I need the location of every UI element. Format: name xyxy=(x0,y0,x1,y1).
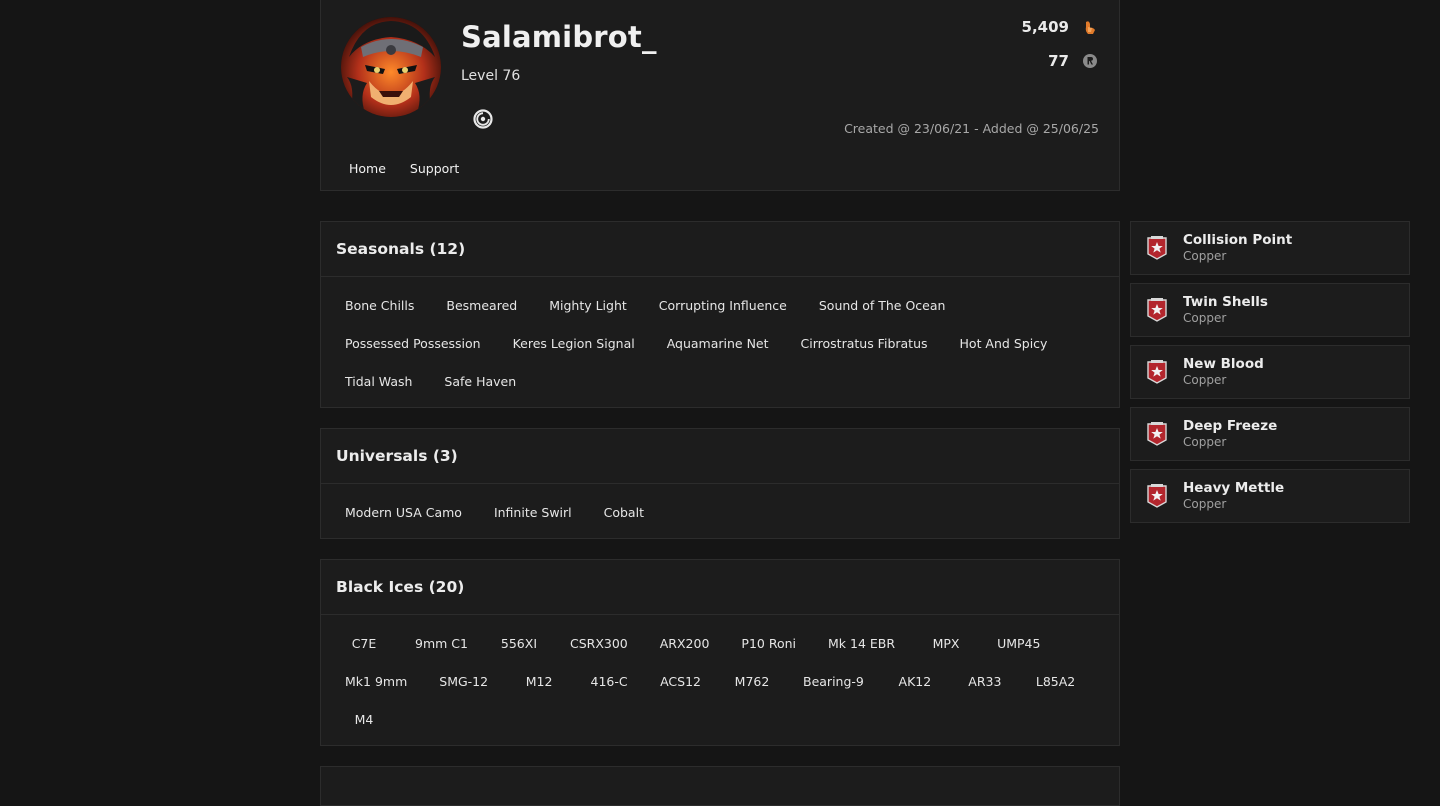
rank-card-title: Heavy Mettle xyxy=(1183,480,1285,496)
section-title: Black Ices (20) xyxy=(321,560,1119,615)
rank-card[interactable]: Deep Freeze Copper xyxy=(1130,407,1410,461)
universal-item[interactable]: Cobalt xyxy=(596,494,652,532)
seasonal-item[interactable]: Cirrostratus Fibratus xyxy=(793,325,936,363)
universal-item[interactable]: Infinite Swirl xyxy=(486,494,580,532)
rank-card-subtitle: Copper xyxy=(1183,311,1227,325)
black-ice-item[interactable]: 416-C xyxy=(582,663,636,701)
black-ice-item[interactable]: C7E xyxy=(337,625,391,663)
avatar-image xyxy=(341,17,441,117)
seasonal-item[interactable]: Sound of The Ocean xyxy=(811,287,954,325)
seasonal-item[interactable]: Possessed Possession xyxy=(337,325,489,363)
seasonal-item[interactable]: Bone Chills xyxy=(337,287,422,325)
player-level: Level 76 xyxy=(461,68,521,84)
renown-icon xyxy=(1085,21,1095,34)
black-ice-item[interactable]: P10 Roni xyxy=(733,625,804,663)
seasonal-item[interactable]: Aquamarine Net xyxy=(659,325,777,363)
copper-rank-icon xyxy=(1147,360,1167,384)
black-ice-item[interactable]: 9mm C1 xyxy=(407,625,476,663)
renown-value: 5,409 xyxy=(1021,18,1069,36)
seasonal-item[interactable]: Corrupting Influence xyxy=(651,287,795,325)
rank-card[interactable]: Twin Shells Copper xyxy=(1130,283,1410,337)
credits-value: 77 xyxy=(1048,52,1069,70)
black-ice-item[interactable]: M4 xyxy=(337,701,391,739)
black-ice-item[interactable]: AR33 xyxy=(958,663,1012,701)
black-ice-item[interactable]: UMP45 xyxy=(989,625,1048,663)
black-ice-item[interactable]: CSRX300 xyxy=(562,625,636,663)
seasonals-list: Bone Chills Besmeared Mighty Light Corru… xyxy=(321,277,1119,409)
black-ice-item[interactable]: Mk1 9mm xyxy=(337,663,415,701)
black-ice-item[interactable]: Bearing-9 xyxy=(795,663,872,701)
rank-card-subtitle: Copper xyxy=(1183,373,1227,387)
black-ice-item[interactable]: L85A2 xyxy=(1028,663,1083,701)
renown-stat: 5,409 xyxy=(1022,18,1099,36)
black-ice-item[interactable]: Mk 14 EBR xyxy=(820,625,903,663)
black-ice-item[interactable]: MPX xyxy=(919,625,973,663)
seasonal-item[interactable]: Safe Haven xyxy=(436,363,524,401)
avatar xyxy=(341,17,441,117)
copper-rank-icon xyxy=(1147,484,1167,508)
black-ice-item[interactable]: AK12 xyxy=(888,663,942,701)
rank-card[interactable]: Collision Point Copper xyxy=(1130,221,1410,275)
section-title: Universals (3) xyxy=(321,429,1119,484)
seasonals-section: Seasonals (12) Bone Chills Besmeared Mig… xyxy=(320,221,1120,408)
profile-nav: Home Support xyxy=(349,161,459,176)
black-ices-section: Black Ices (20) C7E 9mm C1 556XI CSRX300… xyxy=(320,559,1120,746)
copper-rank-icon xyxy=(1147,422,1167,446)
credits-stat: 77 xyxy=(1048,52,1099,70)
copper-rank-icon xyxy=(1147,236,1167,260)
r6-credits-icon xyxy=(1083,54,1097,68)
universals-list: Modern USA Camo Infinite Swirl Cobalt xyxy=(321,484,1119,540)
rank-card-subtitle: Copper xyxy=(1183,497,1227,511)
black-ice-item[interactable]: ARX200 xyxy=(652,625,718,663)
profile-card: Salamibrot_ Level 76 5,409 77 Created @ … xyxy=(320,0,1120,191)
seasonal-item[interactable]: Mighty Light xyxy=(541,287,635,325)
nav-home[interactable]: Home xyxy=(349,161,386,176)
seasonal-item[interactable]: Besmeared xyxy=(438,287,525,325)
ubisoft-icon[interactable] xyxy=(472,108,494,130)
rank-card-subtitle: Copper xyxy=(1183,435,1227,449)
username: Salamibrot_ xyxy=(461,20,657,54)
copper-rank-icon xyxy=(1147,298,1167,322)
black-ice-item[interactable]: M12 xyxy=(512,663,566,701)
seasonal-item[interactable]: Hot And Spicy xyxy=(952,325,1056,363)
next-section xyxy=(320,766,1120,806)
black-ice-item[interactable]: 556XI xyxy=(492,625,546,663)
created-added-dates: Created @ 23/06/21 - Added @ 25/06/25 xyxy=(844,121,1099,136)
seasonal-item[interactable]: Keres Legion Signal xyxy=(505,325,643,363)
seasonal-item[interactable]: Tidal Wash xyxy=(337,363,420,401)
rank-card[interactable]: New Blood Copper xyxy=(1130,345,1410,399)
black-ice-item[interactable]: ACS12 xyxy=(652,663,709,701)
rank-card-title: Twin Shells xyxy=(1183,294,1268,310)
rank-card[interactable]: Heavy Mettle Copper xyxy=(1130,469,1410,523)
universals-section: Universals (3) Modern USA Camo Infinite … xyxy=(320,428,1120,539)
universal-item[interactable]: Modern USA Camo xyxy=(337,494,470,532)
rank-card-title: Deep Freeze xyxy=(1183,418,1278,434)
rank-card-title: New Blood xyxy=(1183,356,1264,372)
black-ice-item[interactable]: SMG-12 xyxy=(431,663,496,701)
rank-card-title: Collision Point xyxy=(1183,232,1293,248)
nav-support[interactable]: Support xyxy=(410,161,459,176)
rank-card-subtitle: Copper xyxy=(1183,249,1227,263)
section-title: Seasonals (12) xyxy=(321,222,1119,277)
black-ice-item[interactable]: M762 xyxy=(725,663,779,701)
black-ices-list: C7E 9mm C1 556XI CSRX300 ARX200 P10 Roni… xyxy=(321,615,1119,747)
